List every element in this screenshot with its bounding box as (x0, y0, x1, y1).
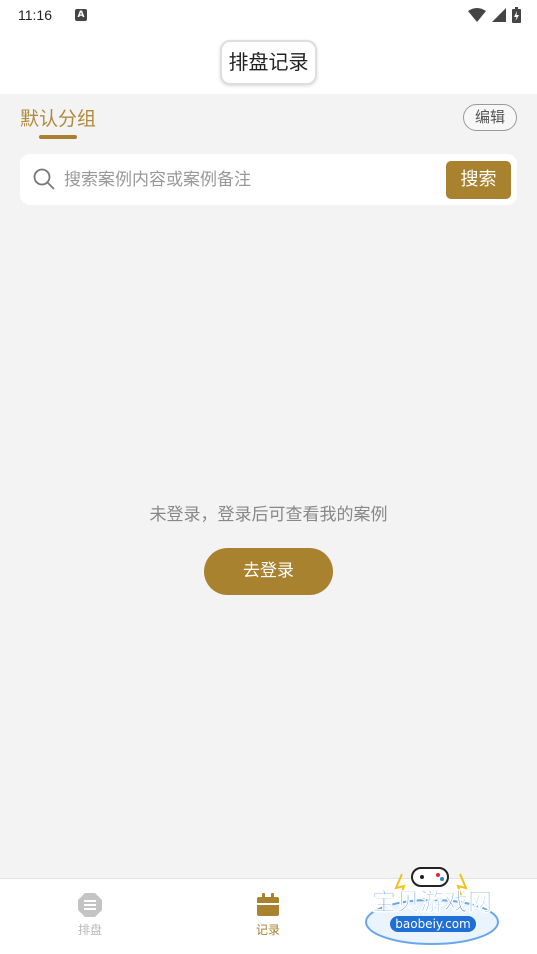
tab-active-indicator (39, 135, 77, 139)
watermark-title: 宝贝游戏网 (372, 888, 492, 916)
empty-state-message: 未登录，登录后可查看我的案例 (149, 505, 388, 525)
notification-icon: A (75, 9, 87, 21)
nav-item-record[interactable]: 记录 (238, 891, 298, 938)
login-button[interactable]: 去登录 (204, 548, 333, 595)
app-screen: 11:16 A 排盘记录 默认分组 编辑 搜索案例内容或案例备注 搜索 未登录，… (0, 0, 537, 954)
search-icon (33, 168, 55, 190)
watermark-logo: 宝贝游戏网 baobeiy.com (365, 867, 499, 945)
header: 排盘记录 (0, 30, 537, 94)
wifi-icon (468, 8, 486, 22)
nav-label-record: 记录 (255, 923, 280, 937)
calendar-icon (257, 893, 279, 916)
status-time: 11:16 (18, 7, 52, 23)
status-bar: 11:16 A (0, 0, 537, 30)
menu-circle-icon (78, 893, 102, 917)
search-button[interactable]: 搜索 (446, 161, 511, 199)
nav-label-paipan: 排盘 (77, 923, 102, 937)
search-input[interactable] (64, 164, 434, 195)
tab-default-group[interactable]: 默认分组 (20, 104, 96, 131)
signal-icon (492, 8, 506, 22)
nav-item-paipan[interactable]: 排盘 (60, 891, 120, 938)
battery-icon (512, 7, 521, 23)
edit-button[interactable]: 编辑 (463, 104, 517, 131)
status-icons (468, 7, 521, 23)
page-title: 排盘记录 (220, 40, 317, 85)
search-bar: 搜索 (20, 154, 517, 205)
watermark-url: baobeiy.com (395, 917, 470, 931)
